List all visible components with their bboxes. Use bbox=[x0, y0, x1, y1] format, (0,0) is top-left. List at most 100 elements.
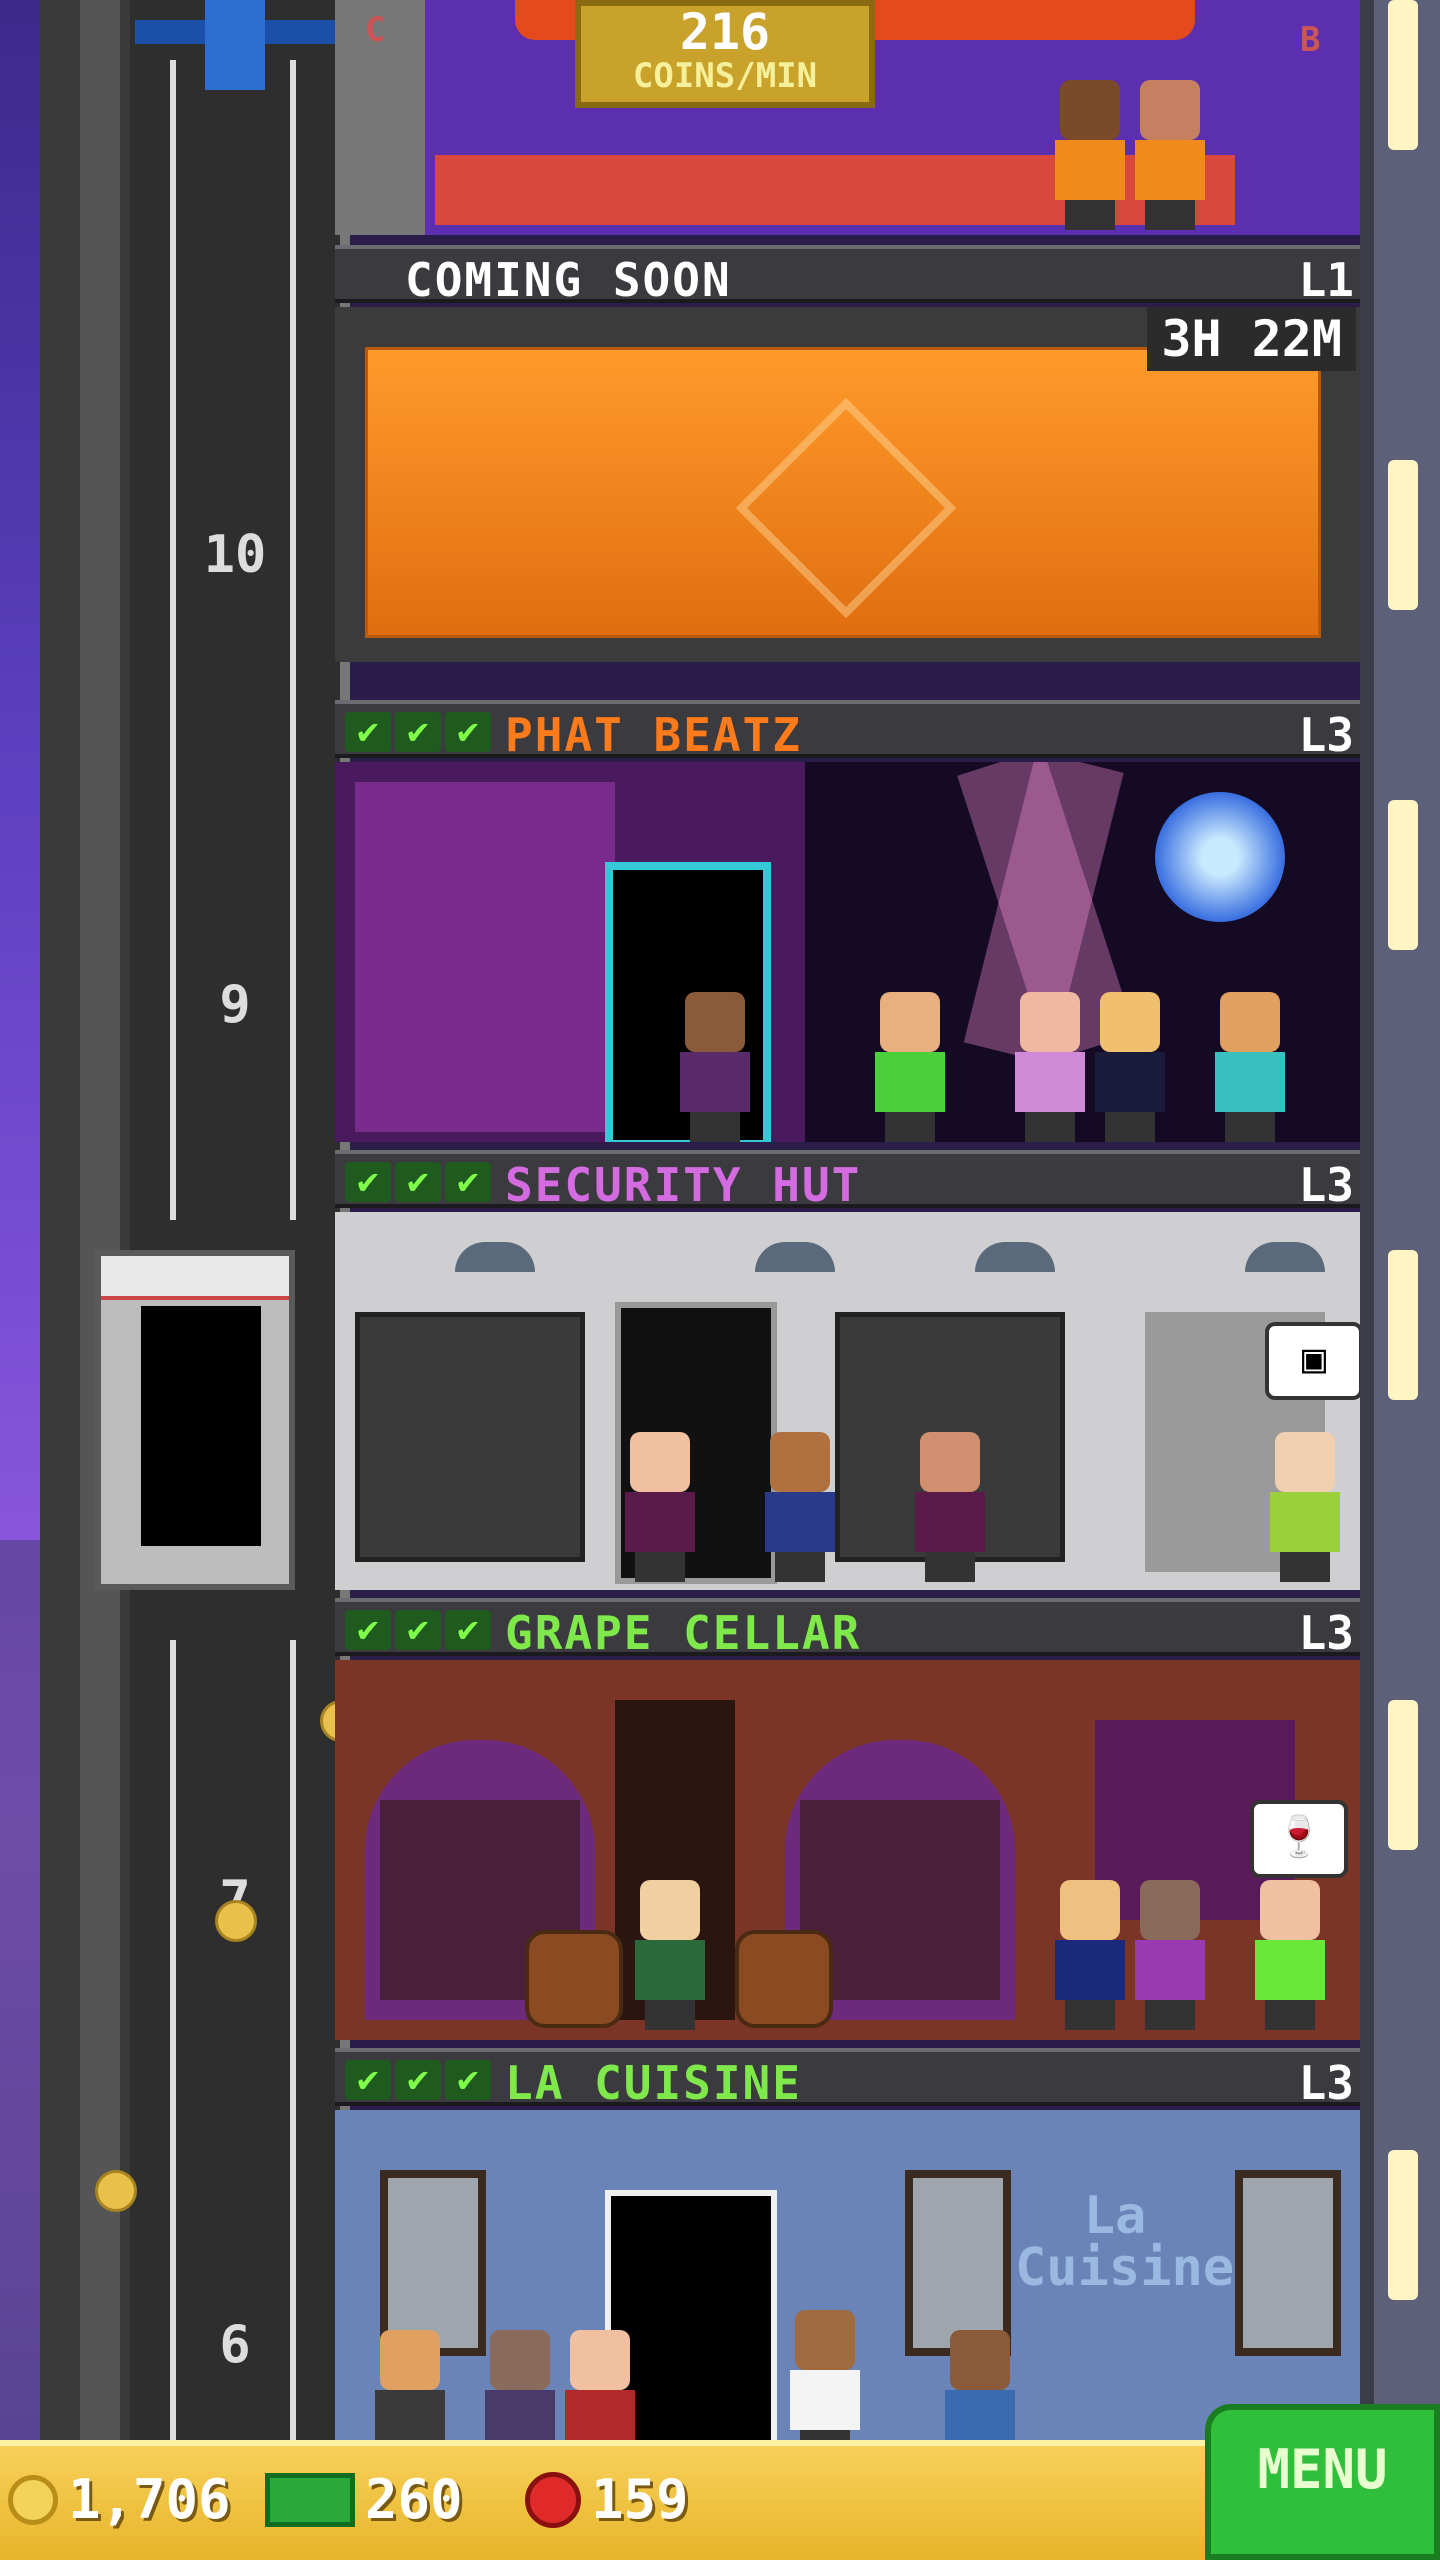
stock-checks: ✔ ✔ ✔ bbox=[345, 2060, 491, 2100]
floor-grape-cellar[interactable]: ✔ ✔ ✔ GRAPE CELLAR L3 🍷 bbox=[335, 1598, 1360, 2048]
elevator-letter-c: C bbox=[365, 10, 386, 50]
check-icon: ✔ bbox=[395, 2060, 441, 2100]
window bbox=[1388, 800, 1418, 950]
elevator-cable-left-lower bbox=[170, 1640, 176, 2440]
elevator-cable-right bbox=[290, 60, 296, 1220]
check-icon: ✔ bbox=[445, 1162, 491, 1202]
floor-top[interactable]: C B 216 COINS/MIN bbox=[335, 0, 1360, 245]
window bbox=[1388, 2150, 1418, 2300]
construction-timer: 3H 22M bbox=[1147, 307, 1356, 371]
floor-header: COMING SOON L1 bbox=[335, 245, 1360, 307]
floor-level: L1 bbox=[1298, 253, 1354, 307]
floor-level: L3 bbox=[1298, 2056, 1354, 2110]
restaurant-sign: La Cuisine bbox=[1015, 2186, 1235, 2298]
computer-icon[interactable]: ▣ bbox=[1265, 1322, 1360, 1400]
floor-number-9: 9 bbox=[219, 975, 251, 1035]
room-grape-cellar[interactable]: 🍷 bbox=[335, 1660, 1360, 2040]
room-la-cuisine[interactable]: La Cuisine bbox=[335, 2110, 1360, 2440]
floor-header: ✔ ✔ ✔ SECURITY HUT L3 bbox=[335, 1150, 1360, 1212]
ceiling-lamp bbox=[975, 1242, 1055, 1272]
floor-level: L3 bbox=[1298, 1606, 1354, 1660]
coins-counter[interactable]: 1,706 bbox=[8, 2468, 231, 2531]
picture-frame bbox=[1235, 2170, 1341, 2356]
room-security-hut[interactable]: ▣ bbox=[335, 1212, 1360, 1590]
worker[interactable] bbox=[1135, 80, 1205, 230]
elevator-cable-right-lower bbox=[290, 1640, 296, 2440]
check-icon: ✔ bbox=[345, 712, 391, 752]
stock-checks: ✔ ✔ ✔ bbox=[345, 1162, 491, 1202]
bitizen[interactable] bbox=[625, 1432, 695, 1582]
check-icon: ✔ bbox=[395, 712, 441, 752]
bitizen[interactable] bbox=[680, 992, 750, 1142]
elevator-trim bbox=[101, 1256, 289, 1300]
menu-button[interactable]: MENU bbox=[1205, 2404, 1440, 2560]
building-wall bbox=[1360, 0, 1374, 2440]
bitizen[interactable] bbox=[1095, 992, 1165, 1142]
check-icon: ✔ bbox=[345, 2060, 391, 2100]
ceiling-lamp bbox=[455, 1242, 535, 1272]
bitizen[interactable] bbox=[1055, 1880, 1125, 2030]
bitizen[interactable] bbox=[875, 992, 945, 1142]
floor-header: ✔ ✔ ✔ PHAT BEATZ L3 bbox=[335, 700, 1360, 762]
coins-per-minute-sign[interactable]: 216 COINS/MIN bbox=[575, 0, 875, 108]
construction-tarp bbox=[365, 347, 1321, 638]
gem-icon bbox=[525, 2471, 581, 2528]
floor-title: SECURITY HUT bbox=[505, 1158, 862, 1212]
bux-counter[interactable]: 260 bbox=[265, 2468, 463, 2531]
check-icon: ✔ bbox=[345, 1162, 391, 1202]
visitor[interactable] bbox=[1270, 1432, 1340, 1582]
window bbox=[1388, 1700, 1418, 1850]
floor-phat-beatz[interactable]: ✔ ✔ ✔ PHAT BEATZ L3 bbox=[335, 700, 1360, 1150]
floor-number-10: 10 bbox=[203, 525, 267, 585]
flying-coin bbox=[95, 2170, 137, 2212]
city-silhouette bbox=[0, 1540, 40, 2440]
shaft-column bbox=[80, 0, 120, 2440]
floor-la-cuisine[interactable]: ✔ ✔ ✔ LA CUISINE L3 La Cuisine bbox=[335, 2048, 1360, 2440]
drone-body bbox=[205, 0, 265, 90]
security-console bbox=[355, 1312, 585, 1562]
wine-glass-icon[interactable]: 🍷 bbox=[1250, 1800, 1348, 1878]
room-construction[interactable]: 3H 22M bbox=[335, 307, 1360, 662]
bitizen[interactable] bbox=[915, 1432, 985, 1582]
ceiling-lamp bbox=[1245, 1242, 1325, 1272]
check-icon: ✔ bbox=[445, 1610, 491, 1650]
floor-security-hut[interactable]: ✔ ✔ ✔ SECURITY HUT L3 ▣ bbox=[335, 1150, 1360, 1598]
bitizen[interactable] bbox=[565, 2330, 635, 2440]
visitor[interactable] bbox=[1255, 1880, 1325, 2030]
check-icon: ✔ bbox=[395, 1162, 441, 1202]
bitizen[interactable] bbox=[1015, 992, 1085, 1142]
bitizen[interactable] bbox=[635, 1880, 705, 2030]
floor-title: GRAPE CELLAR bbox=[505, 1606, 862, 1660]
elevator-letter-b: B bbox=[1300, 20, 1321, 60]
floor-number-6: 6 bbox=[219, 2315, 251, 2375]
picture-frame bbox=[380, 2170, 486, 2356]
bitizen[interactable] bbox=[1215, 992, 1285, 1142]
dj-booth bbox=[355, 782, 615, 1132]
room-lobby-top[interactable]: C B 216 COINS/MIN bbox=[335, 0, 1360, 235]
floor-level: L3 bbox=[1298, 1158, 1354, 1212]
room-phat-beatz[interactable] bbox=[335, 762, 1360, 1142]
bitizen[interactable] bbox=[485, 2330, 555, 2440]
chef[interactable] bbox=[790, 2310, 860, 2440]
bitizen[interactable] bbox=[375, 2330, 445, 2440]
gems-value: 159 bbox=[591, 2468, 689, 2531]
picture-frame bbox=[905, 2170, 1011, 2356]
bitizen[interactable] bbox=[1135, 1880, 1205, 2030]
bux-value: 260 bbox=[365, 2468, 463, 2531]
worker[interactable] bbox=[1055, 80, 1125, 230]
floor-level: L3 bbox=[1298, 708, 1354, 762]
elevator-shaft[interactable]: 10 9 7 6 bbox=[40, 0, 350, 2440]
bitizen[interactable] bbox=[945, 2330, 1015, 2440]
gems-counter[interactable]: 159 bbox=[525, 2468, 689, 2531]
construction-sign-icon bbox=[735, 397, 957, 619]
security-guard[interactable] bbox=[765, 1432, 835, 1582]
wine-barrel bbox=[525, 1930, 623, 2028]
window bbox=[1388, 1250, 1418, 1400]
wine-barrel bbox=[735, 1930, 833, 2028]
floor-title: COMING SOON bbox=[405, 253, 732, 307]
elevator-door bbox=[141, 1306, 261, 1546]
coins-value: 1,706 bbox=[68, 2468, 231, 2531]
elevator-car[interactable] bbox=[95, 1250, 295, 1590]
floor-coming-soon[interactable]: COMING SOON L1 3H 22M bbox=[335, 245, 1360, 700]
floor-title: PHAT BEATZ bbox=[505, 708, 802, 762]
